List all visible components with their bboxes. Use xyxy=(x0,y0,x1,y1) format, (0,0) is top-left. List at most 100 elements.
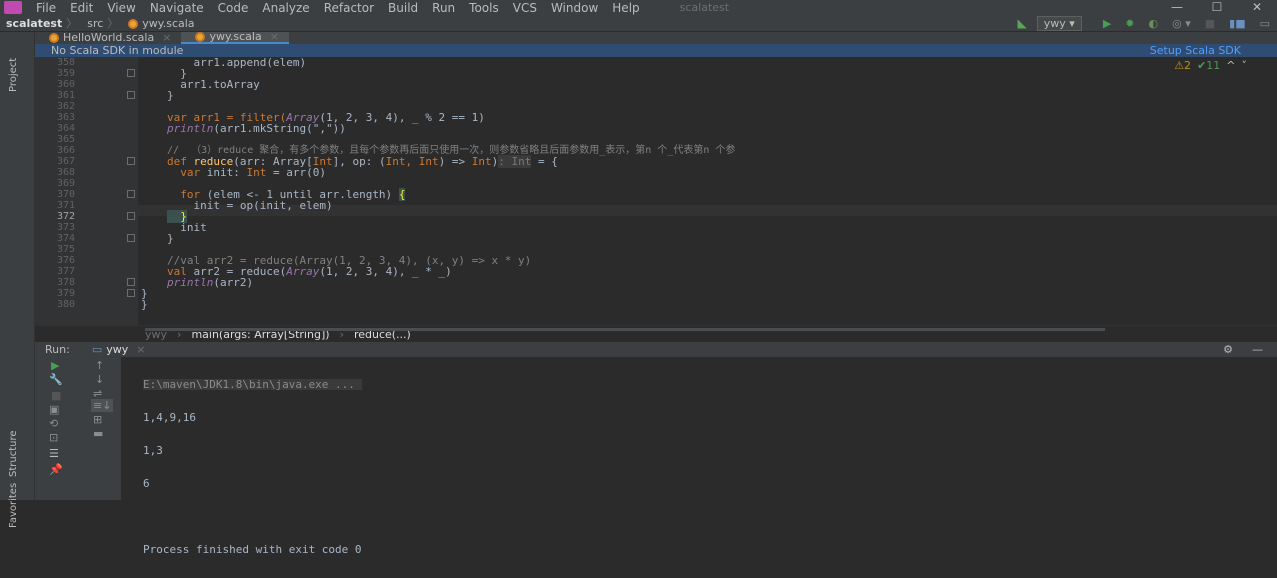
debug-icon[interactable]: ✹ xyxy=(1125,17,1134,30)
restore-layout-icon[interactable]: ⟲ xyxy=(49,417,58,430)
chevron-right-icon: 〉 xyxy=(66,17,78,30)
line-number: 362 xyxy=(56,101,75,112)
scroll-down-icon[interactable]: ↓ xyxy=(95,373,104,386)
run-config-dropdown[interactable]: ywy ▾ xyxy=(1036,15,1082,31)
fold-marker-icon[interactable] xyxy=(127,289,135,297)
menu-help[interactable]: Help xyxy=(612,1,639,15)
line-number: 380 xyxy=(56,299,75,310)
rerun-icon[interactable]: ▶ xyxy=(51,359,59,372)
line-number: 373 xyxy=(56,222,75,233)
scala-file-icon xyxy=(195,32,206,42)
run-tab-config[interactable]: ywy xyxy=(106,343,128,356)
fold-marker-icon[interactable] xyxy=(127,190,135,198)
clear-all-icon[interactable]: ▬ xyxy=(93,427,103,440)
previous-highlight-icon[interactable]: ^ xyxy=(1226,59,1235,72)
check-count[interactable]: ✔11 xyxy=(1197,59,1220,72)
menu-view[interactable]: View xyxy=(107,1,135,15)
run-icon[interactable]: ▶ xyxy=(1103,17,1111,30)
scala-file-icon xyxy=(128,18,139,29)
menu-window[interactable]: Window xyxy=(551,1,598,15)
menu-file[interactable]: File xyxy=(36,1,56,15)
line-number: 379 xyxy=(56,288,75,299)
fold-marker-icon[interactable] xyxy=(127,212,135,220)
maximize-button[interactable]: ☐ xyxy=(1197,0,1237,15)
tab-label: HelloWorld.scala xyxy=(63,31,155,44)
next-highlight-icon[interactable]: ˅ xyxy=(1242,59,1248,72)
window-controls: — ☐ ✕ xyxy=(1157,0,1277,15)
code-line: println(arr1.mkString(",")) xyxy=(167,122,346,135)
breadcrumb-file[interactable]: ywy.scala xyxy=(128,17,195,30)
wrench-icon[interactable]: 🔧 xyxy=(49,373,63,386)
project-structure-icon[interactable]: ▮■ xyxy=(1229,17,1245,30)
line-number: 361 xyxy=(56,90,75,101)
menu-edit[interactable]: Edit xyxy=(70,1,93,15)
setup-sdk-link[interactable]: Setup Scala SDK xyxy=(1150,44,1241,57)
exit-icon[interactable]: ⊡ xyxy=(49,431,58,444)
close-tab-icon[interactable]: × xyxy=(270,31,279,43)
warning-count[interactable]: ⚠2 xyxy=(1174,59,1191,72)
fold-marker-icon[interactable] xyxy=(127,91,135,99)
menu-bar: File Edit View Navigate Code Analyze Ref… xyxy=(0,0,1277,15)
breadcrumb-folder[interactable]: src xyxy=(87,17,103,30)
code-line: } xyxy=(167,89,174,102)
tab-helloworld[interactable]: HelloWorld.scala × xyxy=(35,32,181,44)
minimize-button[interactable]: — xyxy=(1157,0,1197,15)
breadcrumb-project[interactable]: scalatest xyxy=(6,17,62,30)
menu-refactor[interactable]: Refactor xyxy=(324,1,374,15)
menu-run[interactable]: Run xyxy=(432,1,455,15)
code-line: } xyxy=(167,232,174,245)
console-line: 1,3 xyxy=(143,444,163,457)
hide-panel-icon[interactable]: — xyxy=(1252,343,1263,356)
structure-tool-tab[interactable]: Structure xyxy=(8,430,19,477)
tab-ywy[interactable]: ywy.scala × xyxy=(181,31,289,44)
code-line: arr1.toArray xyxy=(167,78,260,91)
line-number: 371 xyxy=(56,200,75,211)
coverage-icon[interactable]: ◐ xyxy=(1149,17,1159,30)
fold-marker-icon[interactable] xyxy=(127,157,135,165)
code-line: var init: Int = arr(0) xyxy=(167,166,326,179)
print-icon[interactable]: ⊞ xyxy=(93,413,102,426)
line-number: 370 xyxy=(56,189,75,200)
fold-marker-icon[interactable] xyxy=(127,69,135,77)
fold-marker-icon[interactable] xyxy=(127,278,135,286)
project-tool-tab[interactable]: Project xyxy=(8,58,19,92)
stop-icon[interactable]: ■ xyxy=(51,389,61,402)
close-button[interactable]: ✕ xyxy=(1237,0,1277,15)
run-panel: ▶ ↑ 🔧 ↓ ■ ⇌ ▣ ≡↓ ⟲ ⊞ ⊡ ▬ ☰ 📌 E:\maven\JD… xyxy=(35,357,1277,555)
run-side-toolbar: ▶ ↑ 🔧 ↓ ■ ⇌ ▣ ≡↓ ⟲ ⊞ ⊡ ▬ ☰ 📌 xyxy=(35,357,121,500)
build-hammer-icon[interactable]: ◣ xyxy=(1018,16,1027,30)
favorites-tool-tab[interactable]: Favorites xyxy=(8,483,19,528)
line-number: 365 xyxy=(56,134,75,145)
line-number: 364 xyxy=(56,123,75,134)
menu-code[interactable]: Code xyxy=(218,1,249,15)
navigation-bar: scalatest 〉 src 〉 ywy.scala ◣ ywy ▾ ▶ ✹ … xyxy=(0,15,1277,32)
close-tab-icon[interactable]: × xyxy=(162,32,171,44)
horizontal-scrollbar[interactable] xyxy=(145,328,1105,331)
menu-navigate[interactable]: Navigate xyxy=(150,1,204,15)
console-command: E:\maven\JDK1.8\bin\java.exe ... xyxy=(143,379,362,390)
menu-build[interactable]: Build xyxy=(388,1,418,15)
fold-marker-icon[interactable] xyxy=(127,234,135,242)
notice-message: No Scala SDK in module xyxy=(51,44,184,57)
scroll-up-icon[interactable]: ↑ xyxy=(95,359,104,372)
gear-icon[interactable]: ⚙ xyxy=(1223,343,1233,356)
intellij-logo-icon xyxy=(4,1,22,14)
inspection-widget[interactable]: ⚠2 ✔11 ^ ˅ xyxy=(1174,59,1247,72)
profile-icon[interactable]: ◎ ▾ xyxy=(1172,17,1191,30)
menu-analyze[interactable]: Analyze xyxy=(262,1,309,15)
terminal-icon[interactable]: ▭ xyxy=(1260,17,1270,30)
console-output[interactable]: E:\maven\JDK1.8\bin\java.exe ... 1,4,9,1… xyxy=(143,357,362,577)
scroll-to-end-icon[interactable]: ≡↓ xyxy=(91,399,114,412)
camera-icon[interactable]: ▣ xyxy=(49,403,59,416)
close-run-tab-icon[interactable]: × xyxy=(136,343,145,356)
scala-file-icon xyxy=(49,33,59,43)
pin-icon[interactable]: 📌 xyxy=(49,463,63,476)
line-number: 363 xyxy=(56,112,75,123)
line-number: 378 xyxy=(56,277,75,288)
menu-vcs[interactable]: VCS xyxy=(513,1,537,15)
line-number: 369 xyxy=(56,178,75,189)
layout-icon[interactable]: ☰ xyxy=(49,447,59,460)
menu-tools[interactable]: Tools xyxy=(469,1,499,15)
stop-icon[interactable]: ■ xyxy=(1205,17,1215,30)
code-editor[interactable]: ⚠2 ✔11 ^ ˅ 358 359 360 361 362 363 364 3… xyxy=(35,57,1277,325)
